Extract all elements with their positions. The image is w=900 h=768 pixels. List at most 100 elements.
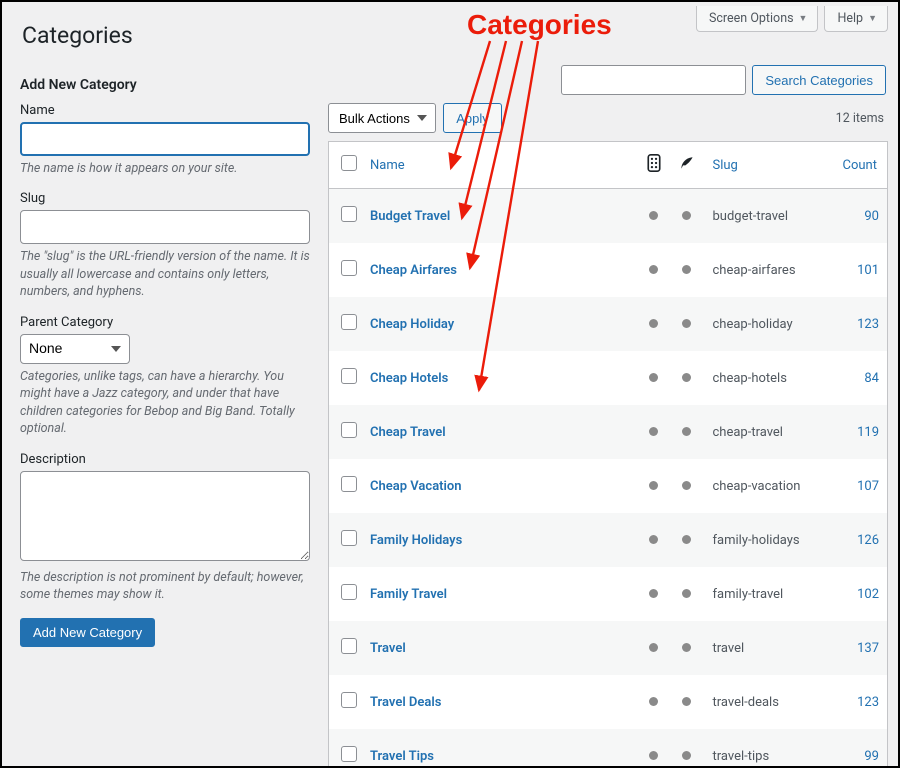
category-name-link[interactable]: Cheap Hotels [370,371,448,386]
table-row: Family Travel family-travel 102 [329,567,888,621]
status-dot-icon [649,319,658,328]
status-dot-icon [682,589,691,598]
feather-column-icon[interactable] [669,142,703,189]
category-slug: cheap-vacation [703,459,833,513]
category-count-link[interactable]: 123 [857,695,879,710]
category-name-link[interactable]: Budget Travel [370,209,450,224]
category-name-link[interactable]: Cheap Vacation [370,479,462,494]
category-count-link[interactable]: 119 [857,425,879,440]
table-row: Travel Deals travel-deals 123 [329,675,888,729]
status-dot-icon [649,265,658,274]
status-dot-icon [682,319,691,328]
table-row: Cheap Hotels cheap-hotels 84 [329,351,888,405]
status-dot-icon [649,481,658,490]
status-dot-icon [682,265,691,274]
row-checkbox[interactable] [341,530,357,546]
col-name-header[interactable]: Name [360,142,637,189]
parent-help: Categories, unlike tags, can have a hier… [20,368,310,438]
table-row: Traveltravel137 [329,621,888,675]
table-row: Cheap Airfares cheap-airfares 101 [329,243,888,297]
category-slug: family-travel [703,567,833,621]
name-input[interactable] [20,122,310,156]
row-checkbox[interactable] [341,368,357,384]
category-slug: cheap-travel [703,405,833,459]
category-name-link[interactable]: Travel Deals [370,695,441,710]
category-slug: cheap-hotels [703,351,833,405]
category-name-link[interactable]: Cheap Travel [370,425,446,440]
status-dot-icon [649,373,658,382]
row-checkbox[interactable] [341,746,357,762]
category-count-link[interactable]: 137 [857,641,879,656]
row-checkbox[interactable] [341,638,357,654]
category-name-link[interactable]: Family Travel [370,587,447,602]
col-slug-header[interactable]: Slug [703,142,833,189]
parent-select[interactable]: None [20,334,130,364]
status-dot-icon [649,427,658,436]
search-input[interactable] [561,65,746,95]
parent-label: Parent Category [20,315,310,330]
screen-options-label: Screen Options [709,11,794,26]
annotation-label: Categories [467,9,612,41]
category-count-link[interactable]: 99 [864,749,879,764]
items-count: 12 items [836,111,884,126]
row-checkbox[interactable] [341,584,357,600]
slug-input[interactable] [20,210,310,244]
status-dot-icon [649,751,658,760]
row-checkbox[interactable] [341,206,357,222]
category-slug: budget-travel [703,189,833,244]
chevron-down-icon: ▼ [799,13,808,24]
select-all-top[interactable] [341,155,357,171]
status-dot-icon [649,535,658,544]
category-name-link[interactable]: Cheap Holiday [370,317,454,332]
slug-help: The "slug" is the URL-friendly version o… [20,248,310,301]
category-count-link[interactable]: 123 [857,317,879,332]
row-checkbox[interactable] [341,422,357,438]
name-label: Name [20,103,310,118]
col-count-header[interactable]: Count [833,142,888,189]
status-dot-icon [682,373,691,382]
apply-button[interactable]: Apply [443,103,502,133]
table-row: Budget Travel budget-travel 90 [329,189,888,244]
status-dot-icon [682,751,691,760]
status-dot-icon [682,697,691,706]
table-row: Cheap Vacation cheap-vacation 107 [329,459,888,513]
aioseo-column-icon[interactable] [637,142,669,189]
search-categories-button[interactable]: Search Categories [752,65,886,95]
category-count-link[interactable]: 107 [857,479,879,494]
category-name-link[interactable]: Travel [370,641,406,656]
row-checkbox[interactable] [341,692,357,708]
add-new-heading: Add New Category [20,77,310,93]
status-dot-icon [682,535,691,544]
category-slug: cheap-airfares [703,243,833,297]
row-checkbox[interactable] [341,260,357,276]
table-row: Travel Tips travel-tips 99 [329,729,888,768]
description-textarea[interactable] [20,471,310,561]
category-name-link[interactable]: Cheap Airfares [370,263,457,278]
status-dot-icon [682,427,691,436]
row-checkbox[interactable] [341,314,357,330]
category-count-link[interactable]: 101 [857,263,879,278]
category-name-link[interactable]: Travel Tips [370,749,434,764]
name-help: The name is how it appears on your site. [20,160,310,178]
help-button[interactable]: Help ▼ [824,6,888,32]
status-dot-icon [649,589,658,598]
category-count-link[interactable]: 84 [864,371,879,386]
category-count-link[interactable]: 90 [864,209,879,224]
slug-label: Slug [20,191,310,206]
add-new-category-button[interactable]: Add New Category [20,618,155,647]
categories-table: Name Slug Count Budget Travel budget-trav… [328,141,888,768]
table-row: Cheap Holiday cheap-holiday 123 [329,297,888,351]
category-name-link[interactable]: Family Holidays [370,533,462,548]
category-slug: travel-deals [703,675,833,729]
status-dot-icon [682,643,691,652]
category-slug: cheap-holiday [703,297,833,351]
category-slug: travel-tips [703,729,833,768]
description-label: Description [20,452,310,467]
bulk-actions-select[interactable]: Bulk Actions [328,103,436,133]
screen-options-button[interactable]: Screen Options ▼ [696,6,819,32]
status-dot-icon [649,211,658,220]
table-row: Cheap Travel cheap-travel 119 [329,405,888,459]
category-count-link[interactable]: 126 [857,533,879,548]
category-count-link[interactable]: 102 [857,587,879,602]
row-checkbox[interactable] [341,476,357,492]
